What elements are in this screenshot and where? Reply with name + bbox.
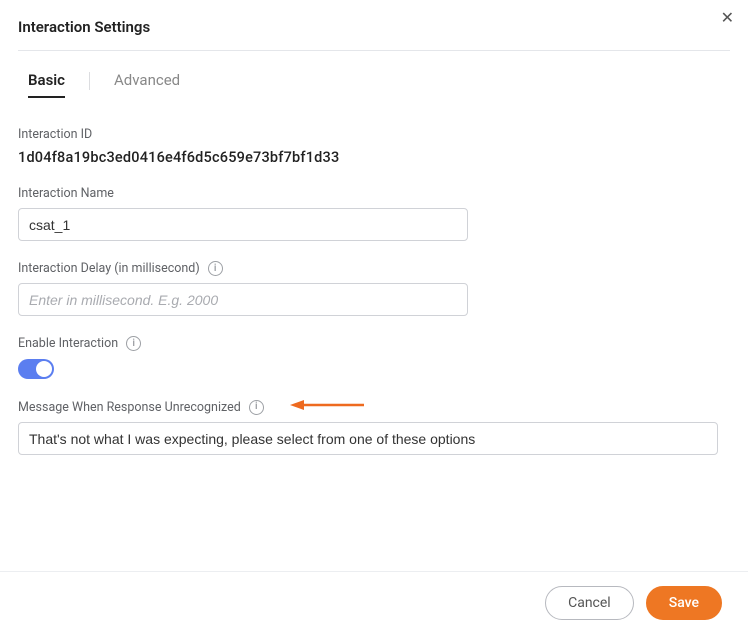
close-icon[interactable]: ✕ xyxy=(721,10,734,26)
modal-title: Interaction Settings xyxy=(18,18,730,51)
label-enable-interaction: Enable Interaction i xyxy=(18,336,730,351)
toggle-knob xyxy=(36,361,52,377)
tabs: Basic Advanced xyxy=(28,71,730,97)
save-button[interactable]: Save xyxy=(646,586,722,620)
modal-footer: Cancel Save xyxy=(0,571,748,636)
toggle-enable-interaction[interactable] xyxy=(18,359,54,379)
label-unrecognized-message-text: Message When Response Unrecognized xyxy=(18,400,241,415)
label-interaction-id: Interaction ID xyxy=(18,127,730,142)
field-enable-interaction: Enable Interaction i xyxy=(18,336,730,379)
info-icon[interactable]: i xyxy=(249,400,264,415)
input-interaction-name[interactable] xyxy=(18,208,468,241)
label-enable-interaction-text: Enable Interaction xyxy=(18,336,118,351)
annotation-arrow-icon xyxy=(290,399,364,415)
tab-basic[interactable]: Basic xyxy=(28,71,65,97)
input-unrecognized-message[interactable] xyxy=(18,422,718,455)
label-interaction-name: Interaction Name xyxy=(18,186,730,201)
tab-separator xyxy=(89,72,90,90)
info-icon[interactable]: i xyxy=(208,261,223,276)
info-icon[interactable]: i xyxy=(126,336,141,351)
cancel-button[interactable]: Cancel xyxy=(545,586,634,620)
field-interaction-name: Interaction Name xyxy=(18,186,730,241)
input-interaction-delay[interactable] xyxy=(18,283,468,316)
value-interaction-id: 1d04f8a19bc3ed0416e4f6d5c659e73bf7bf1d33 xyxy=(18,149,730,166)
interaction-settings-modal: ✕ Interaction Settings Basic Advanced In… xyxy=(0,0,748,636)
field-interaction-id: Interaction ID 1d04f8a19bc3ed0416e4f6d5c… xyxy=(18,127,730,166)
tab-advanced[interactable]: Advanced xyxy=(114,71,180,97)
form-content: Interaction ID 1d04f8a19bc3ed0416e4f6d5c… xyxy=(18,97,730,571)
label-interaction-delay: Interaction Delay (in millisecond) i xyxy=(18,261,730,276)
label-unrecognized-message: Message When Response Unrecognized i xyxy=(18,399,730,415)
field-unrecognized-message: Message When Response Unrecognized i xyxy=(18,399,730,455)
field-interaction-delay: Interaction Delay (in millisecond) i xyxy=(18,261,730,316)
label-interaction-delay-text: Interaction Delay (in millisecond) xyxy=(18,261,200,276)
